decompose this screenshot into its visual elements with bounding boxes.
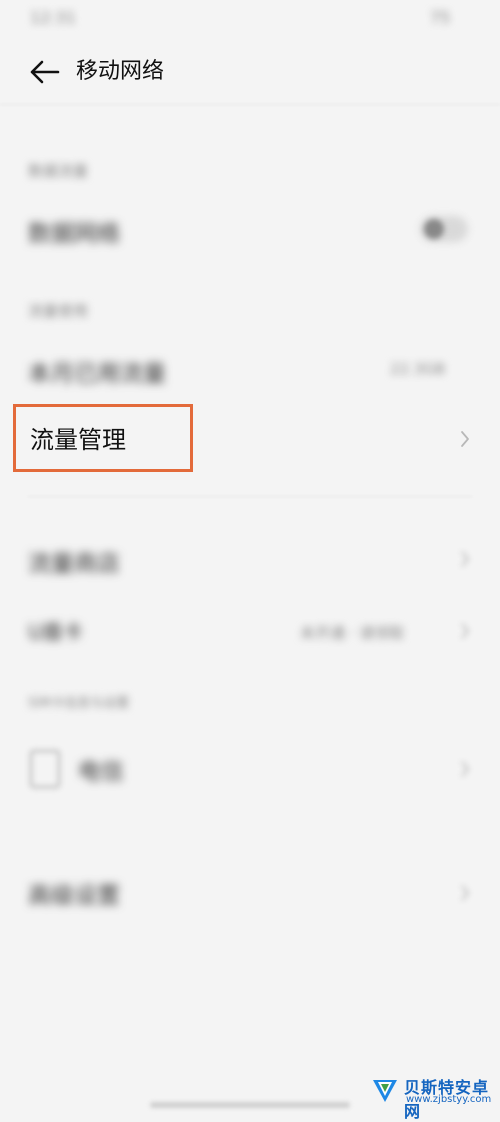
mobile-data-label: 数据网络: [28, 221, 120, 247]
section-label-sim-settings: SIM卡信息与设置: [28, 696, 130, 711]
watermark-logo-icon: [373, 1080, 397, 1102]
carrier-row[interactable]: 电信: [0, 736, 500, 800]
header: 移动网络: [0, 40, 500, 104]
chevron-right-icon: [461, 885, 470, 901]
sim-card-icon: [30, 750, 60, 788]
watermark-url: www.zjbstyy.com: [406, 1094, 492, 1105]
watermark: 贝斯特安卓网 www.zjbstyy.com: [370, 1072, 500, 1121]
sim-value: 未开通 · 请领取: [300, 624, 405, 642]
flow-package-label: 流量商店: [28, 551, 120, 577]
chevron-right-icon: [461, 761, 470, 777]
row-divider: [28, 496, 472, 497]
section-label-usage: 流量使用: [28, 302, 89, 320]
sim-label: U盾卡: [28, 620, 83, 644]
gesture-bar: [150, 1102, 350, 1108]
section-label-data: 数据流量: [28, 162, 89, 180]
advanced-settings-label: 高级设置: [28, 883, 120, 909]
flow-package-row[interactable]: 流量商店: [0, 530, 500, 590]
monthly-usage-row[interactable]: 本月已用流量 22.3GB: [0, 340, 500, 400]
status-battery: 75: [430, 8, 451, 27]
chevron-right-icon: [461, 431, 469, 447]
page-title: 移动网络: [76, 59, 165, 84]
header-divider: [0, 104, 500, 105]
chevron-right-icon: [461, 551, 470, 567]
sim-row[interactable]: U盾卡 未开通 · 请领取: [0, 600, 500, 660]
status-time: 12:31: [30, 8, 77, 27]
advanced-settings-row[interactable]: 高级设置: [0, 860, 500, 924]
chevron-right-icon: [461, 623, 470, 639]
monthly-usage-value: 22.3GB: [390, 360, 446, 378]
status-bar: 12:31 75: [0, 0, 500, 40]
flow-manage-label: 流量管理: [30, 426, 126, 454]
carrier-label: 电信: [78, 759, 124, 785]
back-arrow-icon[interactable]: [28, 58, 60, 86]
monthly-usage-label: 本月已用流量: [28, 361, 166, 387]
mobile-data-toggle-knob: [424, 219, 444, 239]
